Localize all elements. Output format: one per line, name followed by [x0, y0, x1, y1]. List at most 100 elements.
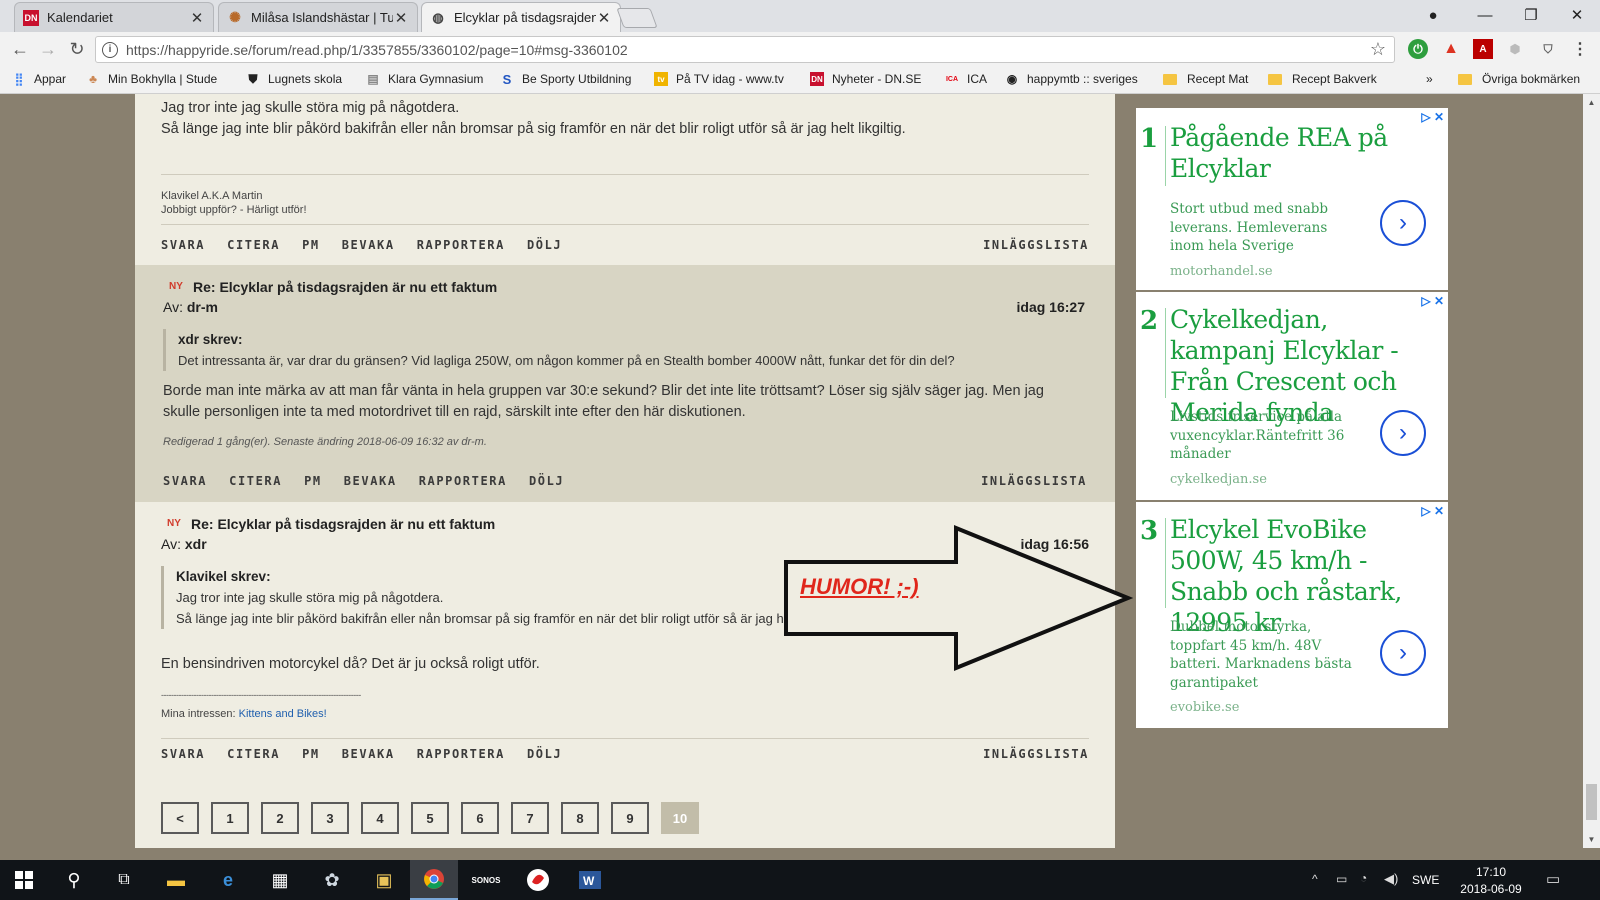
close-window-button[interactable]: ✕	[1554, 0, 1600, 30]
tray-expand-icon[interactable]: ^	[1312, 872, 1318, 886]
edge-browser-icon[interactable]: e	[204, 860, 252, 900]
watch-link[interactable]: BEVAKA	[342, 747, 395, 761]
signature-link[interactable]: Kittens and Bikes!	[239, 708, 327, 720]
ad-headline[interactable]: Pågående REA på Elcyklar	[1170, 122, 1438, 184]
page-9-button[interactable]: 9	[611, 802, 649, 834]
bookmark-apps[interactable]: ⣿ Appar	[12, 72, 66, 86]
back-button[interactable]: ←	[8, 38, 32, 60]
report-link[interactable]: RAPPORTERA	[417, 747, 505, 761]
ad-go-arrow-icon[interactable]: ›	[1380, 200, 1426, 246]
watch-link[interactable]: BEVAKA	[342, 238, 395, 252]
bookmark-recept-mat[interactable]: Recept Mat	[1163, 72, 1248, 86]
post-list-link[interactable]: INLÄGGSLISTA	[981, 474, 1087, 488]
page-6-button[interactable]: 6	[461, 802, 499, 834]
word-icon[interactable]: W	[566, 860, 614, 900]
close-tab-icon[interactable]: ✕	[596, 9, 612, 27]
page-2-button[interactable]: 2	[261, 802, 299, 834]
ad-1[interactable]: ▷ ✕ 1 Pågående REA på Elcyklar Stort utb…	[1136, 108, 1448, 290]
bookmark-happymtb[interactable]: ◉ happymtb :: sveriges	[1005, 72, 1143, 86]
tab-milasa[interactable]: ✺ Milåsa Islandshästar | Tur ✕	[218, 2, 418, 32]
scroll-thumb[interactable]	[1586, 784, 1597, 820]
watch-link[interactable]: BEVAKA	[344, 474, 397, 488]
pm-link[interactable]: PM	[304, 474, 322, 488]
grey-extension-icon[interactable]: ⬢	[1505, 39, 1525, 59]
paint-app-icon[interactable]: ✿	[308, 860, 356, 900]
warning-extension-icon[interactable]: ▲	[1441, 39, 1461, 59]
bookmark-tv[interactable]: tv På TV idag - www.tv	[654, 72, 788, 86]
author-name[interactable]: xdr	[185, 536, 207, 552]
task-view-icon[interactable]: ⧉	[100, 860, 148, 900]
page-3-button[interactable]: 3	[311, 802, 349, 834]
tab-kalendariet[interactable]: DN Kalendariet ✕	[14, 2, 214, 32]
sonos-icon[interactable]: SONOS	[462, 860, 510, 900]
notification-center-icon[interactable]: ▭	[1546, 870, 1560, 888]
minimize-button[interactable]: —	[1462, 0, 1508, 30]
hide-link[interactable]: DÖLJ	[527, 238, 562, 252]
author-name[interactable]: dr-m	[187, 299, 218, 315]
scroll-up-arrow-icon[interactable]: ▲	[1583, 94, 1600, 111]
tray-date[interactable]: 2018-06-09	[1456, 882, 1526, 896]
ad-2[interactable]: ▷ ✕ 2 Cykelkedjan, kampanj Elcyklar - Fr…	[1136, 292, 1448, 500]
page-scrollbar[interactable]: ▲ ▼	[1583, 94, 1600, 848]
chrome-icon[interactable]	[410, 860, 458, 900]
pm-link[interactable]: PM	[302, 747, 320, 761]
hide-link[interactable]: DÖLJ	[529, 474, 564, 488]
bookmark-ica[interactable]: ICA ICA	[945, 72, 987, 86]
wifi-icon[interactable]: ◔	[1360, 871, 1367, 885]
report-link[interactable]: RAPPORTERA	[419, 474, 507, 488]
files-app-icon[interactable]: ▣	[360, 860, 408, 900]
site-info-icon[interactable]: i	[102, 41, 118, 58]
scroll-down-arrow-icon[interactable]: ▼	[1583, 831, 1600, 848]
page-8-button[interactable]: 8	[561, 802, 599, 834]
address-bar[interactable]: i https://happyride.se/forum/read.php/1/…	[95, 36, 1395, 63]
restore-button[interactable]: ❐	[1508, 0, 1554, 30]
tab-elcyklar[interactable]: ◍ Elcyklar på tisdagsrajden ✕	[421, 2, 621, 32]
pdf-extension-icon[interactable]: A	[1473, 39, 1493, 59]
ad-domain[interactable]: cykelkedjan.se	[1170, 472, 1267, 487]
new-tab-button[interactable]	[616, 8, 658, 28]
close-tab-icon[interactable]: ✕	[393, 9, 409, 27]
profile-icon[interactable]: ●	[1410, 0, 1456, 30]
ad-go-arrow-icon[interactable]: ›	[1380, 410, 1426, 456]
bookmark-other[interactable]: Övriga bokmärken	[1458, 72, 1580, 86]
search-icon[interactable]: ⚲	[50, 860, 98, 900]
quote-link[interactable]: CITERA	[227, 747, 280, 761]
battery-icon[interactable]: ▭	[1336, 872, 1347, 886]
post-title[interactable]: Re: Elcyklar på tisdagsrajden är nu ett …	[193, 279, 497, 295]
calculator-icon[interactable]: ▦	[256, 860, 304, 900]
file-explorer-icon[interactable]: ▬	[152, 860, 200, 900]
bookmarks-overflow-chevron[interactable]: »	[1426, 72, 1433, 86]
reply-link[interactable]: SVARA	[161, 238, 205, 252]
page-5-button[interactable]: 5	[411, 802, 449, 834]
post-list-link[interactable]: INLÄGGSLISTA	[983, 747, 1089, 761]
page-4-button[interactable]: 4	[361, 802, 399, 834]
post-title[interactable]: Re: Elcyklar på tisdagsrajden är nu ett …	[191, 516, 495, 532]
page-7-button[interactable]: 7	[511, 802, 549, 834]
prev-page-button[interactable]: <	[161, 802, 199, 834]
shield-extension-icon[interactable]: ⛉	[1538, 39, 1558, 59]
bookmark-dn[interactable]: DN Nyheter - DN.SE	[810, 72, 921, 86]
ad-domain[interactable]: motorhandel.se	[1170, 264, 1273, 279]
reply-link[interactable]: SVARA	[163, 474, 207, 488]
red-app-icon[interactable]	[514, 860, 562, 900]
close-tab-icon[interactable]: ✕	[189, 9, 205, 27]
ad-domain[interactable]: evobike.se	[1170, 700, 1239, 715]
quote-link[interactable]: CITERA	[229, 474, 282, 488]
post-list-link[interactable]: INLÄGGSLISTA	[983, 238, 1089, 252]
bookmark-besporty[interactable]: S Be Sporty Utbildning	[500, 72, 634, 87]
ad-go-arrow-icon[interactable]: ›	[1380, 630, 1426, 676]
report-link[interactable]: RAPPORTERA	[417, 238, 505, 252]
language-indicator[interactable]: SWE	[1412, 873, 1439, 887]
page-1-button[interactable]: 1	[211, 802, 249, 834]
bookmark-klara[interactable]: ▤ Klara Gymnasium	[366, 72, 483, 86]
bookmark-lugnets[interactable]: ⛊ Lugnets skola	[246, 72, 342, 87]
bookmark-recept-bakverk[interactable]: Recept Bakverk	[1268, 72, 1377, 86]
volume-icon[interactable]: ◀)	[1384, 871, 1398, 887]
quote-link[interactable]: CITERA	[227, 238, 280, 252]
hide-link[interactable]: DÖLJ	[527, 747, 562, 761]
extension-power-icon[interactable]: ⏻	[1408, 39, 1428, 59]
tray-time[interactable]: 17:10	[1462, 865, 1520, 879]
start-button[interactable]	[0, 860, 48, 900]
ad-3[interactable]: ▷ ✕ 3 Elcykel EvoBike 500W, 45 km/h - Sn…	[1136, 502, 1448, 728]
bookmark-bokhylla[interactable]: ♣ Min Bokhylla | Stude	[86, 72, 220, 86]
